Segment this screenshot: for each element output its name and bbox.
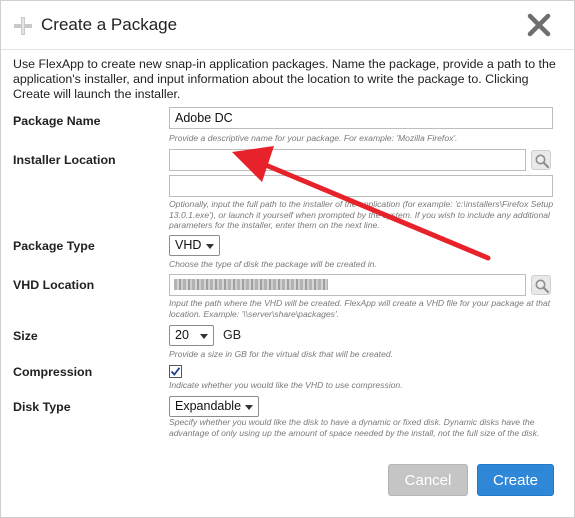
package-name-input[interactable] <box>169 107 553 129</box>
package-type-value: VHD <box>175 238 202 252</box>
package-add-icon <box>13 16 33 36</box>
dialog-title: Create a Package <box>41 15 178 34</box>
dropdown-caret-icon <box>206 244 214 249</box>
installer-location-input[interactable] <box>169 149 526 171</box>
disk-type-value: Expandable <box>175 399 242 413</box>
installer-arguments-input[interactable] <box>169 175 553 197</box>
package-type-label: Package Type <box>13 239 95 253</box>
vhd-browse-button[interactable] <box>531 275 551 295</box>
magnifier-icon <box>535 154 550 169</box>
package-type-select[interactable]: VHD <box>169 235 220 256</box>
installer-location-label: Installer Location <box>13 153 116 167</box>
installer-location-hint: Optionally, input the full path to the i… <box>169 199 554 230</box>
checkmark-icon <box>170 367 181 376</box>
size-label: Size <box>13 329 38 343</box>
close-icon[interactable] <box>527 13 551 37</box>
disk-type-hint: Specify whether you would like the disk … <box>169 417 540 438</box>
compression-checkbox[interactable] <box>169 365 182 378</box>
cancel-button[interactable]: Cancel <box>388 464 468 496</box>
disk-type-label: Disk Type <box>13 400 71 414</box>
size-unit: GB <box>223 328 242 342</box>
package-type-hint: Choose the type of disk the package will… <box>169 259 377 269</box>
vhd-location-hint: Input the path where the VHD will be cre… <box>169 298 551 319</box>
magnifier-icon <box>535 279 550 294</box>
dropdown-caret-icon <box>200 334 208 339</box>
compression-label: Compression <box>13 365 93 379</box>
vhd-location-input[interactable] <box>169 274 526 296</box>
dialog-titlebar: Create a Package <box>1 1 574 50</box>
dropdown-caret-icon <box>245 405 253 410</box>
vhd-location-label: VHD Location <box>13 278 95 292</box>
package-name-label: Package Name <box>13 114 101 128</box>
size-hint: Provide a size in GB for the virtual dis… <box>169 349 394 359</box>
intro-text: Use FlexApp to create new snap-in applic… <box>13 57 556 101</box>
size-select[interactable]: 20 <box>169 325 214 346</box>
installer-browse-button[interactable] <box>531 150 551 170</box>
create-package-dialog: Create a Package Use FlexApp to create n… <box>0 0 575 518</box>
create-button[interactable]: Create <box>477 464 554 496</box>
disk-type-select[interactable]: Expandable <box>169 396 259 417</box>
package-name-hint: Provide a descriptive name for your pack… <box>169 133 458 143</box>
compression-hint: Indicate whether you would like the VHD … <box>169 380 403 390</box>
size-value: 20 <box>175 328 189 342</box>
redacted-path <box>174 279 328 290</box>
